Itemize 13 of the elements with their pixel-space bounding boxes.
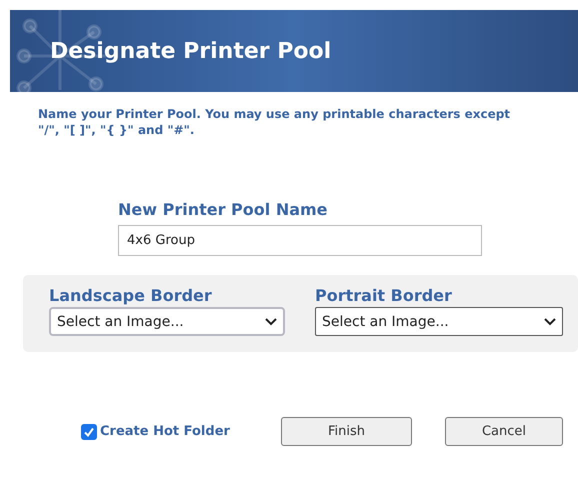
cancel-button[interactable]: Cancel [445, 417, 563, 446]
field-label: Portrait Border [315, 286, 453, 305]
instructions-text: Name your Printer Pool. You may use any printable characters except "/", "[ ]", "{ }" and "#". [38, 106, 512, 138]
field-label: Landscape Border [49, 286, 213, 305]
chevron-down-icon [265, 318, 277, 326]
image-dropdown[interactable]: Select an Image... [315, 307, 563, 336]
name-input-field[interactable]: 4x6 Group [118, 225, 482, 256]
hot-folder-checkbox[interactable]: Create Hot Folder [81, 424, 281, 440]
field-label: New Printer Pool Name [118, 200, 329, 219]
chevron-down-icon [544, 318, 556, 326]
dialog-title: Designate Printer Pool [50, 38, 332, 64]
image-dropdown[interactable]: Select an Image... [49, 307, 285, 336]
finish-button[interactable]: Finish [281, 417, 412, 446]
